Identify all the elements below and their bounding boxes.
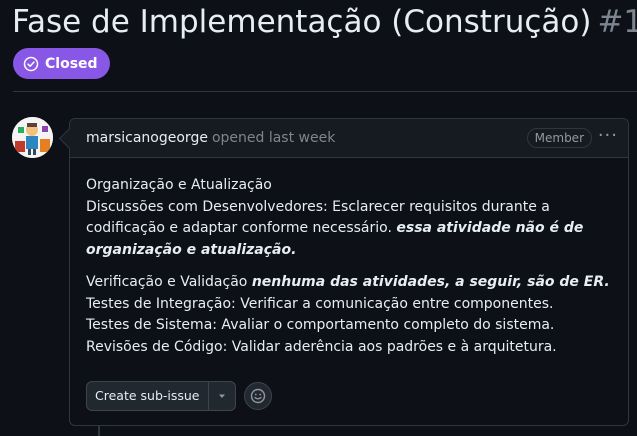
create-sub-issue-dropdown[interactable] bbox=[209, 382, 235, 410]
role-badge: Member bbox=[526, 128, 592, 148]
status-label: Closed bbox=[45, 55, 98, 72]
kebab-horizontal-icon[interactable]: ··· bbox=[598, 125, 618, 146]
comment-timestamp[interactable]: opened last week bbox=[212, 130, 335, 146]
comment-paragraph-2: Verificação e Validação nenhuma das ativ… bbox=[86, 272, 612, 358]
issue-title-text: Fase de Implementação (Construção) bbox=[12, 4, 592, 40]
issue-comment: marsicanogeorge opened last week Member … bbox=[58, 118, 629, 426]
issue-number: #14 bbox=[597, 4, 637, 40]
comment-pointer bbox=[58, 127, 81, 150]
comment-paragraph-1: Organização e Atualização Discussões com… bbox=[86, 175, 612, 261]
issue-title: Fase de Implementação (Construção)#14 bbox=[12, 2, 637, 42]
triangle-down-icon bbox=[218, 394, 225, 398]
body-line-6: Revisões de Código: Validar aderência ao… bbox=[86, 338, 557, 355]
header-divider bbox=[13, 91, 637, 92]
comment-header: marsicanogeorge opened last week Member … bbox=[58, 119, 628, 158]
avatar-illustration bbox=[12, 117, 53, 158]
comment-body: Organização e Atualização Discussões com… bbox=[70, 158, 628, 358]
avatar[interactable] bbox=[12, 117, 53, 158]
check-circle-icon bbox=[23, 56, 39, 71]
body-line-1: Organização e Atualização bbox=[86, 177, 272, 193]
smiley-icon bbox=[250, 388, 265, 404]
comment-author[interactable]: marsicanogeorge bbox=[86, 130, 208, 146]
body-line-3-emphasis: nenhuma das atividades, a seguir, são de… bbox=[251, 274, 610, 290]
status-badge: Closed bbox=[13, 48, 110, 79]
create-sub-issue-button[interactable]: Create sub-issue bbox=[87, 382, 209, 410]
body-line-3: Verificação e Validação bbox=[86, 274, 248, 290]
body-line-5: Testes de Sistema: Avaliar o comportamen… bbox=[86, 317, 555, 333]
timeline-line bbox=[98, 425, 100, 436]
comment-actions: Create sub-issue bbox=[86, 381, 272, 411]
create-sub-issue-group: Create sub-issue bbox=[86, 381, 236, 411]
body-line-4: Testes de Integração: Verificar a comuni… bbox=[86, 295, 554, 312]
add-reaction-button[interactable] bbox=[243, 382, 272, 410]
